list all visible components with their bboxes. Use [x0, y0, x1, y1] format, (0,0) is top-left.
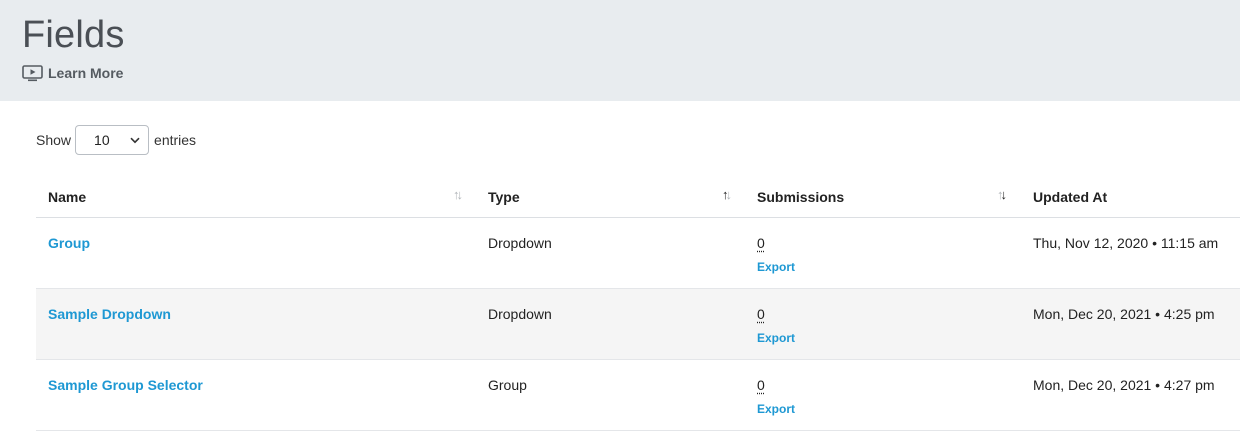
export-link[interactable]: Export [757, 331, 795, 345]
entries-per-page-value: 10 [94, 132, 110, 148]
entries-length-control: Show 10 entries [36, 125, 196, 155]
field-type: Group [488, 377, 527, 393]
field-name-link[interactable]: Group [48, 235, 90, 251]
sort-ascending-icon[interactable]: ↑↓ [722, 187, 732, 202]
submissions-count[interactable]: 0 [757, 377, 765, 393]
submissions-count[interactable]: 0 [757, 306, 765, 322]
column-header-name-label: Name [48, 188, 87, 205]
column-header-updated-at[interactable]: Updated At [1033, 175, 1107, 218]
entries-per-page-select[interactable]: 10 [75, 125, 150, 155]
column-header-submissions-label: Submissions [757, 188, 845, 205]
column-header-name[interactable]: Name [48, 175, 86, 218]
column-header-updated-at-label: Updated At [1033, 188, 1108, 205]
entries-label: entries [154, 132, 197, 148]
page-title: Fields [22, 14, 125, 56]
page-header: Fields Learn More [0, 0, 1240, 101]
sort-both-icon[interactable]: ↑↓ [453, 187, 463, 202]
sort-descending-icon[interactable]: ↑↓ [997, 187, 1007, 202]
export-link[interactable]: Export [757, 260, 795, 274]
column-header-type[interactable]: Type [488, 175, 520, 218]
fields-table: Name ↑↓ Type ↑↓ Submissions ↑↓ Updated A… [36, 175, 1240, 431]
table-header: Name ↑↓ Type ↑↓ Submissions ↑↓ Updated A… [36, 175, 1240, 218]
field-type: Dropdown [488, 235, 552, 251]
table-row: Sample Group Selector Group 0 Export Mon… [36, 360, 1240, 431]
field-name-link[interactable]: Sample Group Selector [48, 377, 203, 393]
column-header-type-label: Type [488, 188, 520, 205]
export-link[interactable]: Export [757, 402, 795, 416]
updated-at: Mon, Dec 20, 2021 • 4:25 pm [1033, 306, 1215, 322]
field-type: Dropdown [488, 306, 552, 322]
learn-more-link[interactable]: Learn More [22, 64, 123, 82]
field-name-link[interactable]: Sample Dropdown [48, 306, 171, 322]
updated-at: Mon, Dec 20, 2021 • 4:27 pm [1033, 377, 1215, 393]
fields-panel: Show 10 entries Name ↑↓ Type ↑↓ Submissi… [0, 101, 1240, 435]
updated-at: Thu, Nov 12, 2020 • 11:15 am [1033, 235, 1219, 251]
table-row: Group Dropdown 0 Export Thu, Nov 12, 202… [36, 218, 1240, 289]
chevron-down-icon [130, 137, 140, 144]
table-row: Sample Dropdown Dropdown 0 Export Mon, D… [36, 289, 1240, 360]
column-header-submissions[interactable]: Submissions [757, 175, 844, 218]
submissions-count[interactable]: 0 [757, 235, 765, 251]
learn-more-label: Learn More [48, 65, 124, 81]
show-label: Show [36, 132, 72, 148]
video-play-icon [22, 64, 43, 82]
